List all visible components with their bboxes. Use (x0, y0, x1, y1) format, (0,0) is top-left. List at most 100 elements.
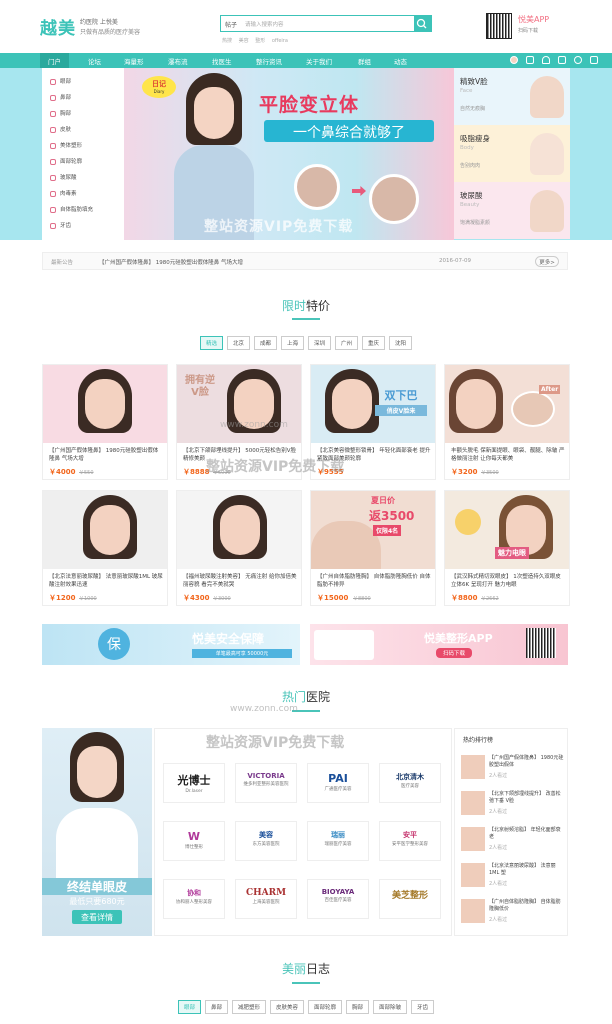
mail-icon[interactable] (558, 56, 566, 64)
feature-card-beauty[interactable]: 玻尿酸 Beauty 饱满凝脂素颜 (454, 182, 570, 239)
ranking-item[interactable]: 【广州自体脂肪隆胸】 自体脂肪隆胸低价 2人看过 (461, 899, 565, 931)
tab-city[interactable]: 成都 (253, 336, 277, 350)
ranking-item[interactable]: 【北京射频溶脂】 年轻化面部衰老 2人看过 (461, 827, 565, 859)
ranking-views: 2人看过 (489, 809, 508, 815)
hot-word[interactable]: 热搜 (222, 38, 232, 44)
hospital-logo[interactable]: 美容 东方美容医院 (235, 821, 297, 861)
hospital-logo[interactable]: 瑞丽 瑞丽医疗美容 (307, 821, 369, 861)
hospital-logo[interactable]: VICTORIA 维多利亚整形美容医院 (235, 763, 297, 803)
product-card[interactable]: 夏日价 返3500 仅限4名 【广州自体脂肪隆胸】 自体脂肪隆胸低价 自体脂肪不排异… (310, 490, 436, 606)
category-item[interactable]: 皮肤 (50, 125, 71, 133)
more-button[interactable]: 更多> (535, 256, 559, 267)
search-icon[interactable] (574, 56, 582, 64)
bell-icon[interactable] (542, 56, 550, 64)
ranking-title: 热约排行榜 (463, 737, 494, 744)
card-title: 玻尿酸 (460, 191, 483, 200)
promo-eyelid[interactable]: 终结单眼皮 最低只要680元 查看详情 (42, 728, 152, 936)
product-title: 【广州自体脂肪隆胸】 自体脂肪隆胸低价 自体脂肪不排异 (317, 574, 431, 588)
ranking-text: 【北京下颌部埋线提升】 改善松弛下垂 V脸 (489, 791, 561, 804)
feature-card-body[interactable]: 吸脂瘦身 Body 告别肉肉 (454, 125, 570, 182)
hospital-logo[interactable]: 美芝整形 (379, 879, 441, 919)
hot-word[interactable]: 美容 (239, 38, 249, 44)
product-card[interactable]: 【福州玻尿酸注射美容】 无痛注射 给你加倍美丽容貌 看完不美就哭 ￥4300 ￥… (176, 490, 302, 606)
nav-item-news[interactable]: 整行资讯 (256, 56, 282, 66)
notice-text[interactable]: 【广州国产假体隆鼻】 1980元硅胶塑出假体隆鼻 气场大增 (99, 258, 243, 266)
hospital-name: 协和 (187, 889, 201, 897)
category-item[interactable]: 自体脂肪填充 (50, 205, 93, 213)
nav-item-about[interactable]: 关于我们 (306, 56, 332, 66)
tab-city[interactable]: 上海 (280, 336, 304, 350)
hospital-sub: 上海美容医院 (252, 900, 280, 905)
tab-city[interactable]: 重庆 (362, 336, 386, 350)
site-logo[interactable]: 越美 (40, 14, 76, 39)
nav-item-home[interactable]: 门户 (40, 53, 69, 68)
hero-banner[interactable]: 日记 Diary 平脸变立体 一个鼻综合就够了 整站资源VIP免费下载 (124, 68, 454, 240)
nav-item-feed[interactable]: 动态 (394, 56, 407, 66)
category-icon (50, 78, 56, 85)
product-card[interactable]: 【广州国产假体隆鼻】 1980元硅胶塑出假体隆鼻 气场大增 ￥4000 ￥550 (42, 364, 168, 480)
category-icon (50, 190, 56, 197)
hospital-logo[interactable]: 光博士 Dr.laser (163, 763, 225, 803)
ranking-item[interactable]: 【北京下颌部埋线提升】 改善松弛下垂 V脸 2人看过 (461, 791, 565, 823)
product-card[interactable]: 魅力电眼 【武汉韩式精切双眼皮】 1次塑造持久双眼皮 立体6K 呈现打开 魅力电… (444, 490, 570, 606)
hospital-logo[interactable]: CHARM 上海美容医院 (235, 879, 297, 919)
tab-diary[interactable]: 皮肤美容 (269, 1000, 304, 1014)
tab-diary[interactable]: 牙齿 (411, 1000, 435, 1014)
tab-city[interactable]: 深圳 (308, 336, 332, 350)
hospital-logo[interactable]: 安平 安平医学整形美容 (379, 821, 441, 861)
arrow-icon (352, 186, 366, 196)
card-image (530, 133, 564, 175)
nav-item-doctors[interactable]: 找医生 (212, 56, 232, 66)
category-item[interactable]: 鼻部 (50, 93, 71, 101)
tab-city[interactable]: 精选 (199, 336, 223, 350)
safety-banner[interactable]: 保 悦美安全保障 单笔最高可享 50000元 (42, 624, 300, 665)
avatar-icon[interactable] (510, 56, 518, 64)
hot-word[interactable]: 整形 (255, 38, 265, 44)
tab-city[interactable]: 沈阳 (389, 336, 413, 350)
nav-item-groups[interactable]: 群组 (358, 56, 371, 66)
hospital-logo[interactable]: BIOYAYA 百佳医疗美容 (307, 879, 369, 919)
notice-label: 最新公告 (51, 260, 74, 266)
product-old-price: ￥2662 (481, 596, 499, 602)
product-card[interactable]: After 丰额头脱毛 保新面提眼、眼袋、靓腿、除皱 严格做丽注射 让你每天都美… (444, 364, 570, 480)
download-button[interactable]: 扫码下载 (436, 648, 472, 658)
ranking-item[interactable]: 【广州国产假体隆鼻】 1980元硅胶塑出假体 2人看过 (461, 755, 565, 787)
category-item[interactable]: 美体塑形 (50, 141, 82, 149)
hospital-logo[interactable]: 北京清木 医疗美容 (379, 763, 441, 803)
hot-word[interactable]: offeira (272, 38, 288, 44)
search-input[interactable]: 请输入搜索内容 (245, 20, 284, 28)
feature-card-face[interactable]: 精致V脸 Face 自然无痕胸 (454, 68, 570, 125)
search-button[interactable] (414, 16, 431, 31)
tab-diary[interactable]: 面部除皱 (373, 1000, 408, 1014)
app-banner[interactable]: 悦美整形APP 扫码下载 (310, 624, 568, 665)
tab-diary[interactable]: 鼻部 (204, 1000, 228, 1014)
view-details-button[interactable]: 查看详情 (72, 910, 122, 924)
category-item[interactable]: 面部轮廓 (50, 157, 82, 165)
tab-city[interactable]: 广州 (335, 336, 359, 350)
tab-diary[interactable]: 面部轮廓 (308, 1000, 343, 1014)
category-item[interactable]: 牙齿 (50, 221, 71, 229)
nav-item-forum[interactable]: 论坛 (88, 56, 101, 66)
tab-diary[interactable]: 减肥塑形 (231, 1000, 266, 1014)
nav-item-cases[interactable]: 海量形 (124, 56, 144, 66)
nav-item-waterfall[interactable]: 瀑布流 (168, 56, 188, 66)
tab-diary[interactable]: 胸部 (346, 1000, 370, 1014)
hospital-logo[interactable]: PAI 广通医疗美容 (307, 763, 369, 803)
product-card[interactable]: 【北京法意丽玻尿酸】 法意丽玻尿酸1ML 玻尿酸注射效果迅速 ￥1200 ￥10… (42, 490, 168, 606)
category-item[interactable]: 胸部 (50, 109, 71, 117)
hospital-logo[interactable]: 协和 协和丽人整形美容 (163, 879, 225, 919)
category-item[interactable]: 眼部 (50, 77, 71, 85)
category-item[interactable]: 肉毒素 (50, 189, 77, 197)
promo-price: 最低只要680元 (69, 897, 125, 906)
category-icon (50, 158, 56, 165)
message-icon[interactable] (526, 56, 534, 64)
settings-icon[interactable] (590, 56, 598, 64)
tab-city[interactable]: 北京 (226, 336, 250, 350)
tab-diary[interactable]: 眼部 (177, 1000, 201, 1014)
hospital-logo[interactable]: W 博仕整形 (163, 821, 225, 861)
app-subtitle: 扫码下载 (518, 28, 539, 34)
app-title[interactable]: 悦美APP (518, 14, 549, 25)
search-type-select[interactable]: 帖子 (225, 20, 237, 29)
category-item[interactable]: 玻尿酸 (50, 173, 77, 181)
ranking-item[interactable]: 【北京法意丽玻尿酸】 法意丽 1ML 塑 2人看过 (461, 863, 565, 895)
